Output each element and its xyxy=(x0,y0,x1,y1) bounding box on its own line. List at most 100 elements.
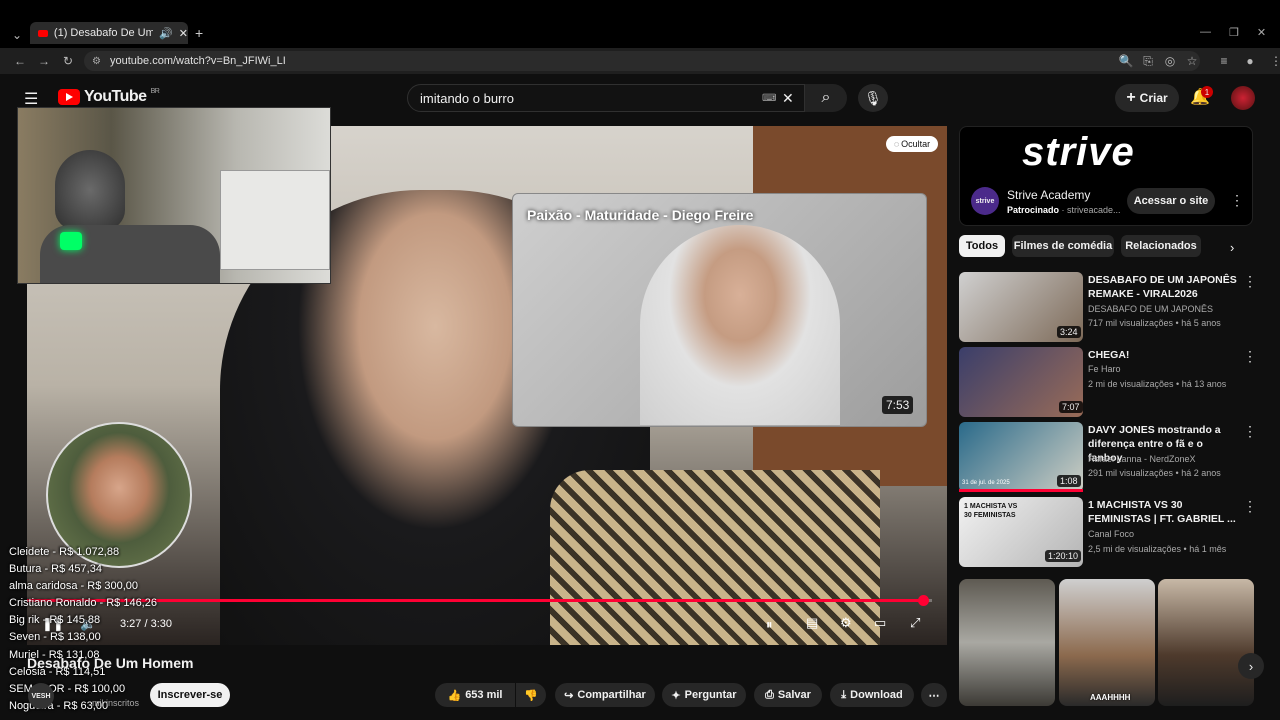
subscribe-button[interactable]: Inscrever-se xyxy=(150,683,230,707)
create-label: Criar xyxy=(1139,91,1168,105)
create-button[interactable]: + Criar xyxy=(1115,84,1179,112)
media-control-icon[interactable]: ≡ xyxy=(1216,54,1232,68)
hamburger-menu-icon[interactable]: ☰ xyxy=(24,89,38,109)
reco-thumbnail-date: 31 de jul. de 2025 xyxy=(962,480,1010,486)
chevron-right-icon[interactable]: › xyxy=(1230,240,1234,255)
browser-tabstrip xyxy=(0,0,1280,48)
short-thumbnail[interactable] xyxy=(1059,579,1155,706)
reco-menu-icon[interactable]: ⋮ xyxy=(1243,423,1257,440)
tab-close-icon[interactable]: ✕ xyxy=(179,27,188,40)
chip-all[interactable]: Todos xyxy=(959,235,1005,257)
subscriber-count: mil inscritos xyxy=(92,698,140,708)
video-blanket xyxy=(550,470,880,645)
donation-item: Cleidete - R$ 1.072,88 xyxy=(9,546,120,558)
webcam-green-light xyxy=(60,232,82,250)
ad-channel-icon: strive xyxy=(971,187,999,215)
tab-list-icon[interactable]: ⌄ xyxy=(12,26,22,44)
ad-name: Strive Academy xyxy=(1007,188,1091,202)
autoplay-toggle-icon[interactable]: ⏸ xyxy=(766,617,773,633)
endcard-title: Paixão - Maturidade - Diego Freire xyxy=(527,207,754,223)
speaker-icon: 🔊 xyxy=(159,27,173,40)
back-icon[interactable]: ← xyxy=(12,54,28,68)
site-info-icon[interactable]: ⚙ xyxy=(92,56,101,67)
minimize-icon[interactable]: — xyxy=(1200,26,1211,39)
download-button[interactable]: ⤓ Download xyxy=(830,683,914,707)
settings-gear-icon[interactable]: ⚙ xyxy=(840,615,852,631)
tab-title: (1) Desabafo De Um Homem xyxy=(53,27,154,39)
reco-title[interactable]: 1 MACHISTA VS 30 FEMINISTAS | FT. GABRIE… xyxy=(1088,498,1238,526)
reload-icon[interactable]: ↻ xyxy=(60,54,76,68)
reco-meta: 2,5 mi de visualizações • há 1 mês xyxy=(1088,544,1227,554)
progress-scrubber[interactable] xyxy=(917,595,929,606)
reco-meta: 717 mil visualizações • há 5 anos xyxy=(1088,318,1221,328)
reco-channel[interactable]: Canal Foco xyxy=(1088,527,1134,542)
profile-icon[interactable]: ● xyxy=(1242,54,1258,68)
cast-icon[interactable]: ⎘ xyxy=(1140,54,1156,69)
more-actions-button[interactable]: ⋯ xyxy=(921,683,947,707)
ask-label: Perguntar xyxy=(684,689,737,701)
browser-toolbar: ≡ ● ⋮ xyxy=(1216,54,1280,68)
youtube-logo[interactable]: YouTube BR xyxy=(58,88,160,106)
short-thumbnail[interactable] xyxy=(959,579,1055,706)
reco-channel[interactable]: Fe Haro xyxy=(1088,362,1121,377)
bookmark-icon: ⎙ xyxy=(765,688,774,701)
reco-title[interactable]: CHEGA! xyxy=(1088,348,1238,362)
restore-icon[interactable]: ❐ xyxy=(1229,26,1239,39)
browser-menu-icon[interactable]: ⋮ xyxy=(1268,54,1280,68)
new-tab-icon[interactable]: + xyxy=(195,25,203,41)
bookmark-star-icon[interactable]: ☆ xyxy=(1184,54,1200,69)
donation-item: Cristiano Ronaldo - R$ 146,26 xyxy=(9,597,157,610)
ad-menu-icon[interactable]: ⋮ xyxy=(1230,192,1244,209)
youtube-favicon-icon xyxy=(38,29,48,37)
zoom-icon[interactable]: 🔍 xyxy=(1118,54,1134,69)
reco-menu-icon[interactable]: ⋮ xyxy=(1243,273,1257,290)
forward-icon[interactable]: → xyxy=(36,54,52,68)
reco-menu-icon[interactable]: ⋮ xyxy=(1243,498,1257,515)
close-window-icon[interactable]: ✕ xyxy=(1257,26,1266,39)
hide-endcard-button[interactable]: ◌ Ocultar xyxy=(886,136,938,152)
url-field[interactable]: ⚙ youtube.com/watch?v=Bn_JFIWi_LI xyxy=(84,51,1200,71)
hide-label: Ocultar xyxy=(901,139,931,149)
voice-search-button[interactable]: 🎙 xyxy=(858,84,888,112)
window-controls: — ❐ ✕ xyxy=(1200,26,1266,39)
nav-buttons: ← → ↻ xyxy=(12,54,76,68)
shorts-next-icon[interactable]: › xyxy=(1238,653,1264,679)
eye-off-icon[interactable]: ◎ xyxy=(1162,54,1178,69)
youtube-play-icon xyxy=(58,89,80,105)
endcard-duration: 7:53 xyxy=(882,396,914,414)
ad-cta-button[interactable]: Acessar o site xyxy=(1127,188,1215,214)
donation-item: Butura - R$ 457,34 xyxy=(9,563,102,576)
like-button[interactable]: 👍 653 mil xyxy=(435,683,515,707)
short-thumbnail[interactable] xyxy=(1158,579,1254,706)
ad-sponsored: Patrocinado · striveacade... xyxy=(1007,205,1121,215)
avatar[interactable] xyxy=(1231,86,1255,110)
chip-comedy[interactable]: Filmes de comédia xyxy=(1012,235,1114,257)
keyboard-icon[interactable]: ⌨ xyxy=(762,93,776,104)
reco-channel[interactable]: Rafael Lanna - NerdZoneX xyxy=(1088,452,1196,467)
search-button[interactable]: ⌕ xyxy=(805,84,847,112)
region-code: BR xyxy=(150,88,160,95)
share-button[interactable]: ↪ Compartilhar xyxy=(555,683,655,707)
reco-channel[interactable]: DESABAFO DE UM JAPONÊS xyxy=(1088,302,1213,317)
reco-watched-bar xyxy=(959,489,1083,492)
browser-tab[interactable]: (1) Desabafo De Um Homem 🔊 ✕ xyxy=(30,22,188,44)
reco-meta: 2 mi de visualizações • há 13 anos xyxy=(1088,379,1227,389)
donation-item: Big rik - R$ 145,88 xyxy=(9,614,101,627)
clear-search-icon[interactable]: ✕ xyxy=(782,90,794,107)
theater-mode-icon[interactable]: ▭ xyxy=(874,615,886,631)
share-label: Compartilhar xyxy=(577,689,646,701)
reco-thumbnail-caption-line: 1 MACHISTA VS xyxy=(964,503,1018,510)
chip-related[interactable]: Relacionados xyxy=(1121,235,1201,257)
logo-text: YouTube xyxy=(84,88,147,105)
ask-button[interactable]: ✦ Perguntar xyxy=(662,683,746,707)
subtitles-icon[interactable]: ▤ xyxy=(806,615,818,631)
reco-menu-icon[interactable]: ⋮ xyxy=(1243,348,1257,365)
reco-title[interactable]: DESABAFO DE UM JAPONÊS REMAKE - VIRAL202… xyxy=(1088,273,1238,301)
dislike-button[interactable]: 👎 xyxy=(516,683,546,707)
channel-avatar[interactable]: VESH xyxy=(28,683,54,709)
save-button[interactable]: ⎙ Salvar xyxy=(754,683,822,707)
save-label: Salvar xyxy=(777,689,811,701)
search-input[interactable]: imitando o burro ⌨ ✕ xyxy=(407,84,805,112)
fullscreen-icon[interactable]: ⤢ xyxy=(910,615,920,631)
donation-item: Seven - R$ 138,00 xyxy=(9,631,101,644)
